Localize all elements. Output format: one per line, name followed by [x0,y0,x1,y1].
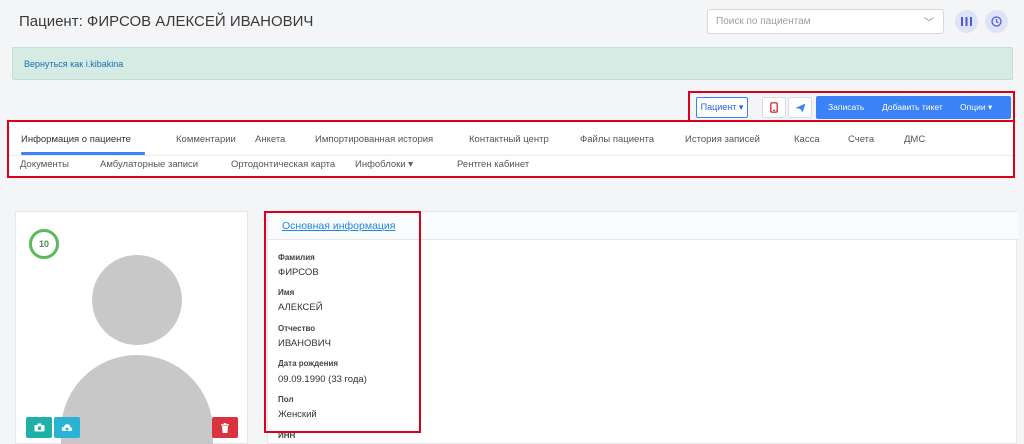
tab-appointment-history[interactable]: История записей [685,134,760,145]
primary-actions-group: Записать Добавить тикет Опции ▾ [816,96,1011,119]
patient-photo-card: 10 [15,211,248,444]
return-as-user-link[interactable]: Вернуться как i.kibakina [24,59,123,69]
paper-plane-icon [795,103,805,112]
delete-photo-button[interactable] [212,417,238,438]
tab-imported-history[interactable]: Импортированная история [315,134,433,145]
tabs-divider [9,155,1013,156]
tab-orthodontic-chart[interactable]: Ортодонтическая карта [231,159,335,170]
camera-icon [34,423,44,432]
tab-infoblocks[interactable]: Инфоблоки ▾ [355,159,413,170]
avatar-placeholder-head [92,255,182,345]
tab-patient-files[interactable]: Файлы пациента [580,134,654,145]
tab-questionnaire[interactable]: Анкета [255,134,285,145]
patient-search-input[interactable]: Поиск по пациентам ﹀ [707,9,944,34]
bars-icon [961,17,972,26]
phone-icon [770,102,778,113]
patient-action-toolbar: Пациент ▾ Записать Добавить тикет Опции … [688,91,1015,122]
record-button[interactable]: Записать [828,102,864,112]
options-menu-button[interactable]: Опции ▾ [960,102,992,113]
tab-xray-room[interactable]: Рентген кабинет [457,159,529,170]
send-message-button[interactable] [788,97,812,118]
chevron-down-icon: ﹀ [924,18,934,29]
upload-photo-button[interactable] [54,417,80,438]
add-ticket-button[interactable]: Добавить тикет [882,102,943,112]
tab-patient-info[interactable]: Информация о пациенте [21,134,131,145]
tab-insurance[interactable]: ДМС [904,134,925,145]
tab-documents[interactable]: Документы [20,159,69,170]
tab-cashbox[interactable]: Касса [794,134,820,145]
trash-icon [221,422,229,433]
patient-menu-button[interactable]: Пациент ▾ [696,97,748,118]
search-placeholder: Поиск по пациентам [716,16,811,27]
clock-icon [991,16,1002,27]
take-photo-button[interactable] [26,417,52,438]
grid-view-button[interactable] [955,10,978,33]
mobile-button[interactable] [762,97,786,118]
tab-comments[interactable]: Комментарии [176,134,236,145]
count-badge: 10 [29,229,59,259]
impersonation-banner: Вернуться как i.kibakina [12,47,1013,80]
avatar-placeholder-body [61,355,213,444]
tab-contact-center[interactable]: Контактный центр [469,134,549,145]
cloud-upload-icon [61,423,73,432]
page-title: Пациент: ФИРСОВ АЛЕКСЕЙ ИВАНОВИЧ [19,13,314,30]
history-button[interactable] [985,10,1008,33]
highlight-frame [264,211,421,433]
tab-outpatient-records[interactable]: Амбулаторные записи [100,159,198,170]
page-header: Пациент: ФИРСОВ АЛЕКСЕЙ ИВАНОВИЧ Поиск п… [0,0,1024,44]
tab-invoices[interactable]: Счета [848,134,874,145]
patient-tabs: Информация о пациенте Комментарии Анкета… [7,120,1015,178]
